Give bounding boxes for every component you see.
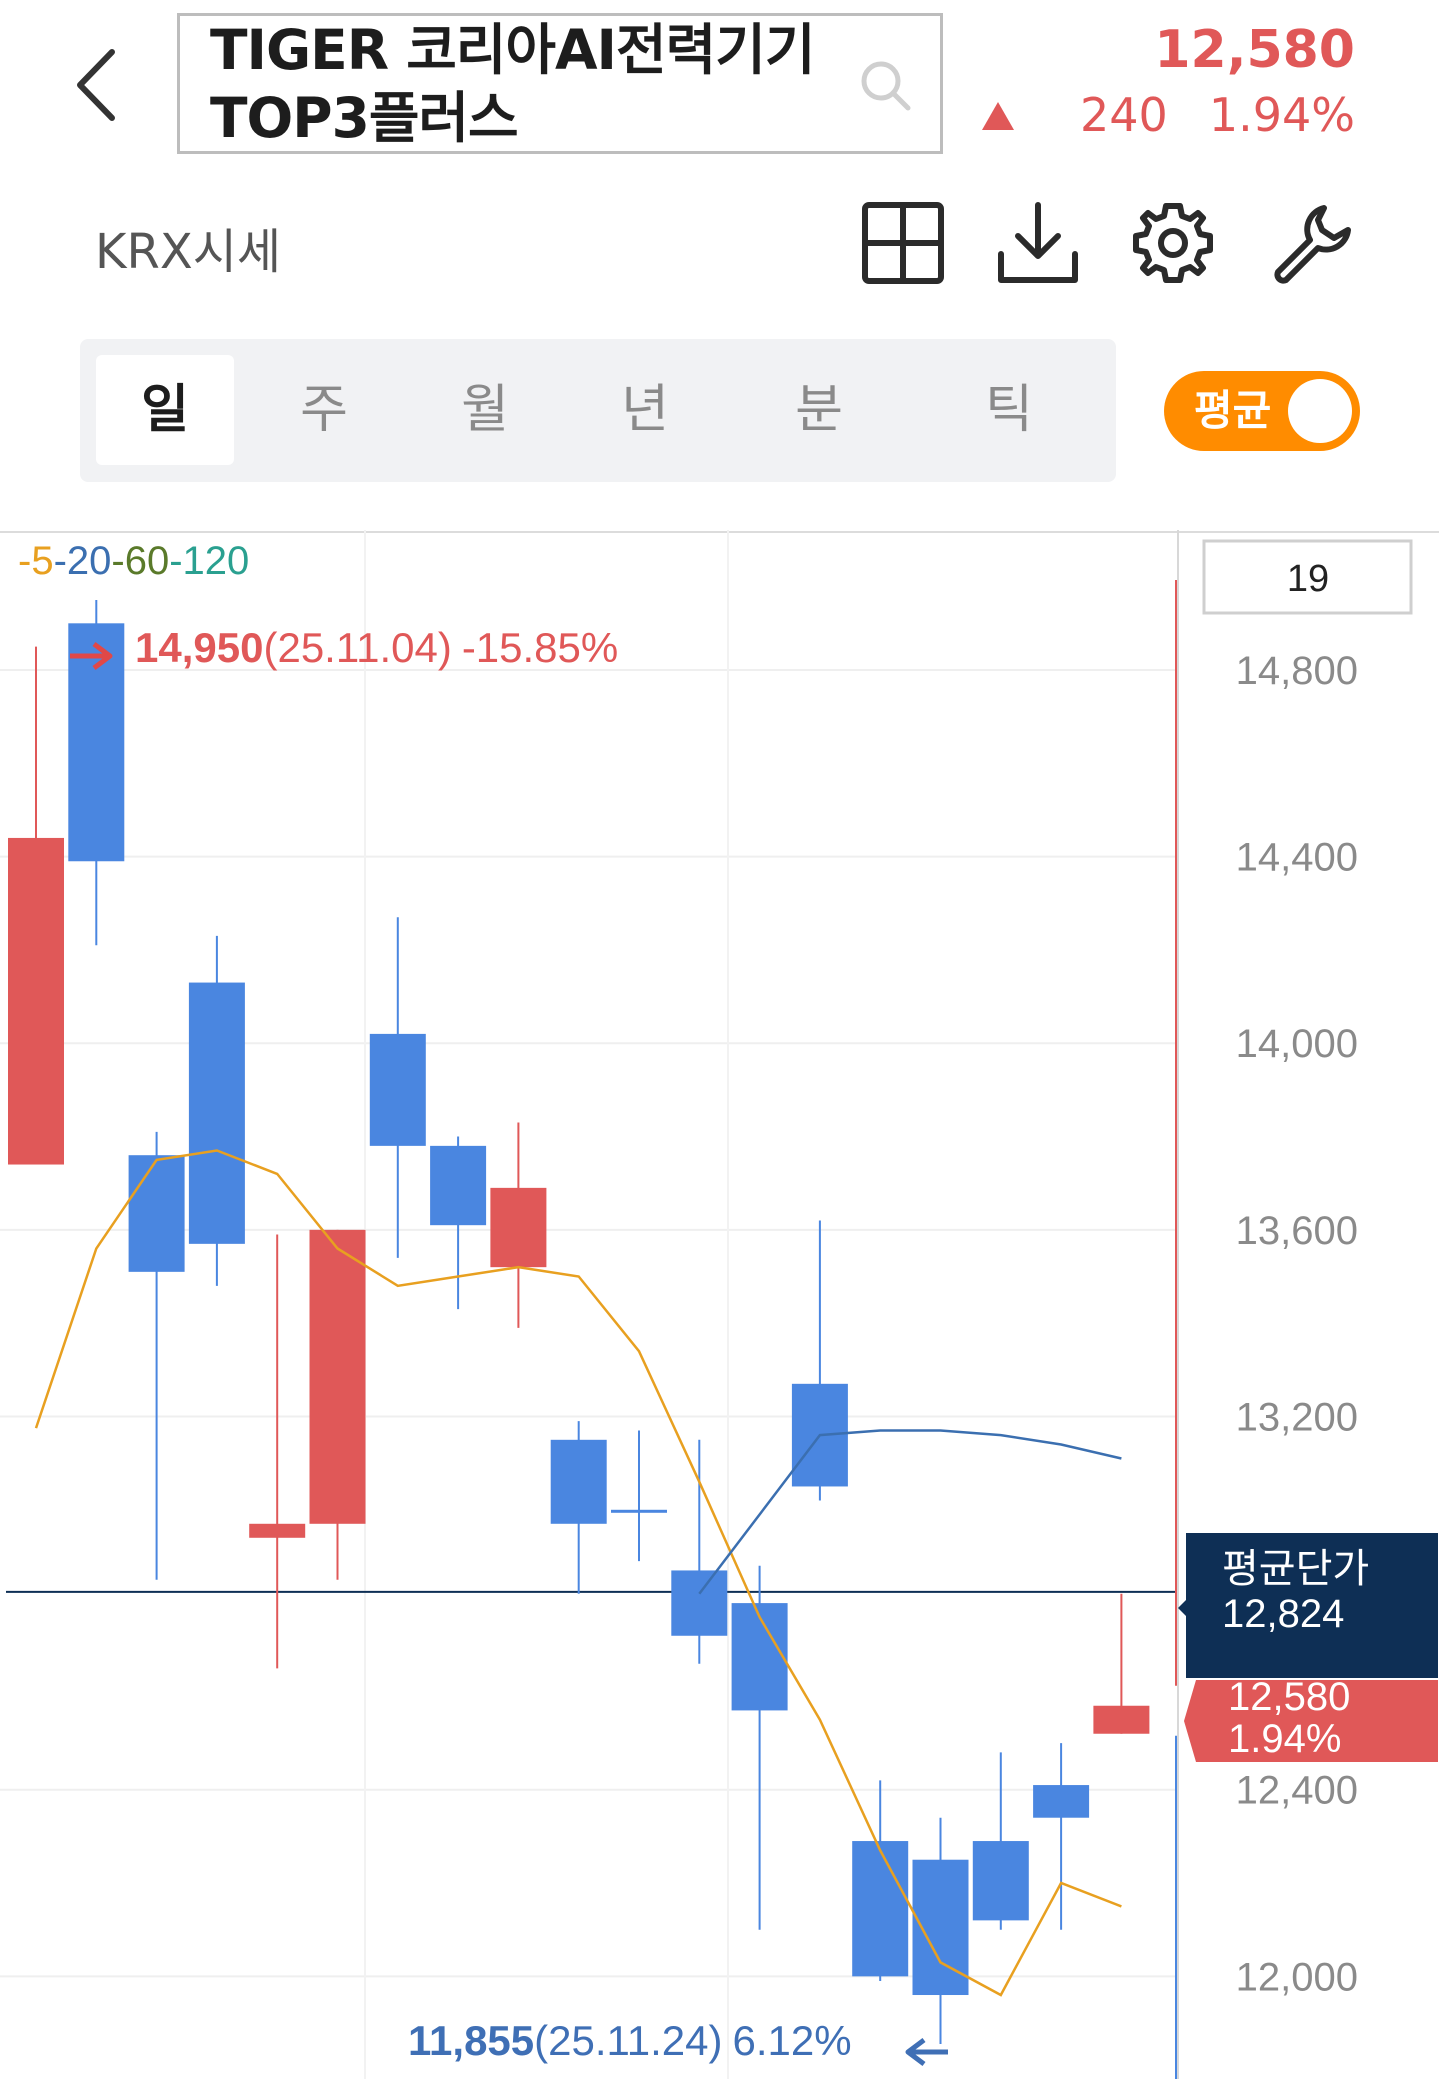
stock-name: TIGER 코리아AI전력기기 TOP3플러스	[210, 18, 815, 150]
current-price-tag-value: 12,580	[1228, 1675, 1350, 1719]
candle-body	[852, 1841, 909, 1977]
price-change-percent: 1.94%	[1208, 88, 1355, 142]
candle-body	[128, 1155, 185, 1272]
price-axis: 14,800 14,400 14,000 13,600 13,200 12,400 12,0…	[1236, 649, 1358, 1999]
high-pct: -15.85%	[462, 624, 618, 671]
grid-icon	[862, 202, 944, 284]
y-tick-label: 14,400	[1236, 836, 1358, 880]
layout-button[interactable]	[860, 200, 946, 286]
wrench-icon	[1274, 205, 1351, 284]
high-annotation: 14,950(25.11.04) -15.85%	[135, 624, 618, 671]
toggle-knob	[1288, 379, 1352, 443]
download-button[interactable]	[995, 200, 1081, 286]
low-date: (25.11.24)	[534, 2017, 722, 2064]
ma-legend-120: -120	[169, 539, 249, 583]
candle-body	[309, 1229, 366, 1524]
candles	[8, 599, 1150, 2045]
y-tick-label: 14,800	[1236, 649, 1358, 693]
ma-legend-5: -5	[18, 539, 54, 583]
back-icon	[77, 49, 115, 121]
average-toggle-label: 평균	[1194, 386, 1272, 435]
average-toggle[interactable]: 평균	[1164, 371, 1360, 451]
current-price: 12,580	[1154, 20, 1355, 80]
tab-tick[interactable]: 틱	[940, 355, 1078, 465]
candle-body	[8, 837, 64, 1165]
low-price: 11,855	[408, 2017, 534, 2064]
candle-body	[430, 1145, 487, 1226]
price-change: 240	[1080, 88, 1168, 142]
y-tick-label: 13,200	[1236, 1395, 1358, 1439]
high-price: 14,950	[135, 624, 263, 671]
candlestick-chart[interactable]: 14,800 14,400 14,000 13,600 13,200 12,400 12,0…	[0, 530, 1439, 2079]
back-button[interactable]	[70, 40, 130, 130]
tab-monthly[interactable]: 월	[416, 355, 554, 465]
candle-body	[1033, 1785, 1090, 1818]
current-price-tag-pct: 1.94%	[1228, 1717, 1341, 1761]
stock-search-box[interactable]: TIGER 코리아AI전력기기 TOP3플러스	[177, 13, 943, 154]
candle-body	[490, 1187, 547, 1268]
ma-legend: -5-20-60-120	[18, 539, 249, 583]
y-tick-label: 13,600	[1236, 1209, 1358, 1253]
tab-minute[interactable]: 분	[750, 355, 888, 465]
tools-button[interactable]	[1268, 200, 1354, 286]
ma-legend-60: -60	[111, 539, 169, 583]
period-tabs: 일 주 월 년 분 틱	[80, 339, 1116, 482]
candle-body	[972, 1841, 1029, 1921]
arrow-left-icon	[905, 2038, 948, 2066]
ma20-line	[698, 1429, 1122, 1595]
y-tick-label: 12,000	[1236, 1955, 1358, 1999]
avg-price-label: 평균단가	[1222, 1547, 1369, 1591]
up-triangle-icon	[982, 102, 1014, 130]
candle-body	[671, 1570, 728, 1636]
market-label: KRX시세	[95, 224, 282, 280]
y-tick-label: 14,000	[1236, 1022, 1358, 1066]
low-annotation: 11,855(25.11.24) 6.12%	[408, 2017, 852, 2064]
candle-body	[68, 623, 125, 862]
candle-body	[1093, 1705, 1150, 1734]
tab-weekly[interactable]: 주	[255, 355, 393, 465]
ma-legend-20: -20	[54, 539, 112, 583]
candle-body	[369, 1033, 426, 1146]
low-pct: 6.12%	[733, 2017, 852, 2064]
download-icon	[998, 202, 1078, 283]
search-icon[interactable]	[856, 56, 916, 116]
tab-daily[interactable]: 일	[96, 355, 234, 465]
candle-body	[249, 1523, 306, 1538]
candle-body	[188, 982, 245, 1244]
tab-yearly[interactable]: 년	[576, 355, 714, 465]
candle-body	[550, 1439, 607, 1524]
candle-count: 19	[1287, 558, 1329, 600]
settings-button[interactable]	[1130, 200, 1216, 286]
high-date: (25.11.04)	[263, 624, 451, 671]
candle-body	[611, 1509, 667, 1513]
avg-price-value: 12,824	[1222, 1592, 1344, 1636]
y-tick-label: 12,400	[1236, 1769, 1358, 1813]
gear-icon	[1133, 203, 1213, 283]
